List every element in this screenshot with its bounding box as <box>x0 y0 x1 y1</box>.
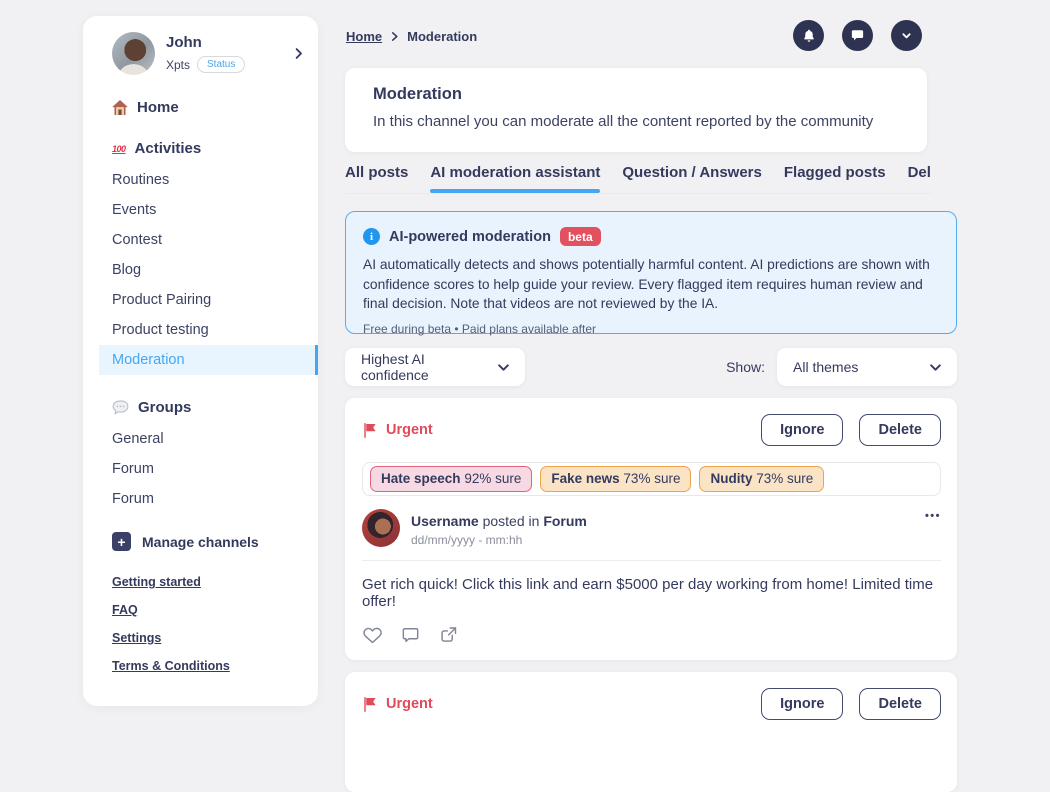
moderation-post-card: Urgent Ignore Delete Hate speech 92% sur… <box>345 398 957 660</box>
flag-icon <box>362 422 377 439</box>
notifications-button[interactable] <box>793 20 824 51</box>
tab-question-answers[interactable]: Question / Answers <box>622 164 761 193</box>
ignore-button[interactable]: Ignore <box>761 688 843 720</box>
post-menu-button[interactable]: ••• <box>925 509 941 522</box>
info-icon: i <box>363 228 380 245</box>
sidebar-item-moderation[interactable]: Moderation <box>99 345 318 375</box>
delete-button[interactable]: Delete <box>859 414 941 446</box>
post-author-avatar[interactable] <box>362 509 400 547</box>
share-icon[interactable] <box>438 625 459 645</box>
breadcrumb: Home Moderation <box>346 29 477 44</box>
link-settings[interactable]: Settings <box>112 631 318 645</box>
sidebar: John Xpts Status Home 100 Activities Rou… <box>83 16 318 706</box>
chevron-down-icon <box>928 360 943 375</box>
sidebar-item-routines[interactable]: Routines <box>83 165 318 195</box>
chevron-down-icon <box>899 28 914 43</box>
profile-name: John <box>166 34 245 51</box>
status-badge[interactable]: Status <box>197 56 245 73</box>
info-footer: Free during beta • Paid plans available … <box>363 322 939 336</box>
tag-nudity[interactable]: Nudity 73% sure <box>699 466 824 492</box>
breadcrumb-home-link[interactable]: Home <box>346 29 382 44</box>
sidebar-item-home[interactable]: Home <box>112 99 318 116</box>
sidebar-item-events[interactable]: Events <box>83 195 318 225</box>
filter-row: Highest AI confidence Show: All themes <box>345 348 957 386</box>
hundred-points-icon: 100 <box>112 144 126 154</box>
urgent-label: Urgent <box>386 422 433 438</box>
plus-icon: + <box>112 532 131 551</box>
post-timestamp: dd/mm/yyyy - mm:hh <box>411 533 587 547</box>
profile-points: Xpts <box>166 58 190 72</box>
sidebar-item-product-pairing[interactable]: Product Pairing <box>83 285 318 315</box>
sidebar-item-general[interactable]: General <box>83 424 318 454</box>
tab-flagged-posts[interactable]: Flagged posts <box>784 164 886 193</box>
ai-moderation-info-box: i AI-powered moderation beta AI automati… <box>345 211 957 334</box>
breadcrumb-current: Moderation <box>407 29 477 44</box>
tab-deleted-posts[interactable]: Deleted posts <box>908 164 931 193</box>
page-title: Moderation <box>373 85 899 104</box>
sidebar-item-blog[interactable]: Blog <box>83 255 318 285</box>
groups-list: General Forum Forum <box>83 424 318 514</box>
profile-card[interactable]: John Xpts Status <box>112 32 306 75</box>
post-username[interactable]: Username <box>411 513 479 529</box>
page-description: In this channel you can moderate all the… <box>373 113 899 130</box>
sort-dropdown[interactable]: Highest AI confidence <box>345 348 525 386</box>
chevron-down-icon <box>496 360 511 375</box>
link-faq[interactable]: FAQ <box>112 603 318 617</box>
show-label: Show: <box>726 359 765 375</box>
chevron-right-icon[interactable] <box>291 46 306 61</box>
theme-dropdown[interactable]: All themes <box>777 348 957 386</box>
urgent-label: Urgent <box>386 696 433 712</box>
sidebar-item-product-testing[interactable]: Product testing <box>83 315 318 345</box>
tab-ai-moderation-assistant[interactable]: AI moderation assistant <box>430 164 600 193</box>
activities-list: Routines Events Contest Blog Product Pai… <box>83 165 318 375</box>
speech-bubble-icon <box>112 400 129 415</box>
beta-badge: beta <box>560 227 601 246</box>
page-header-card: Moderation In this channel you can moder… <box>345 68 927 152</box>
like-icon[interactable] <box>362 625 383 645</box>
info-body: AI automatically detects and shows poten… <box>363 255 939 313</box>
sidebar-section-groups[interactable]: Groups <box>112 399 318 416</box>
moderation-post-card: Urgent Ignore Delete <box>345 672 957 792</box>
ignore-button[interactable]: Ignore <box>761 414 843 446</box>
collapse-button[interactable] <box>891 20 922 51</box>
sidebar-item-forum-1[interactable]: Forum <box>83 454 318 484</box>
post-actions <box>362 625 941 645</box>
delete-button[interactable]: Delete <box>859 688 941 720</box>
flag-icon <box>362 696 377 713</box>
sidebar-item-forum-2[interactable]: Forum <box>83 484 318 514</box>
tag-hate-speech[interactable]: Hate speech 92% sure <box>370 466 532 492</box>
tab-all-posts[interactable]: All posts <box>345 164 408 193</box>
sidebar-footer-links: Getting started FAQ Settings Terms & Con… <box>112 575 318 673</box>
post-author-line: Username posted in Forum <box>411 513 587 529</box>
home-icon <box>112 100 128 115</box>
post-channel[interactable]: Forum <box>543 513 587 529</box>
topbar-actions <box>793 20 922 51</box>
manage-channels-button[interactable]: + Manage channels <box>112 532 318 551</box>
sidebar-section-activities[interactable]: 100 Activities <box>112 140 318 157</box>
tag-fake-news[interactable]: Fake news 73% sure <box>540 466 691 492</box>
ai-tags-container: Hate speech 92% sure Fake news 73% sure … <box>362 462 941 496</box>
info-title: AI-powered moderation <box>389 229 551 245</box>
chat-icon <box>850 28 865 43</box>
bell-icon <box>801 28 817 44</box>
main-content: Home Moderation Moderation In this chann… <box>345 0 957 722</box>
link-terms-conditions[interactable]: Terms & Conditions <box>112 659 318 673</box>
messages-button[interactable] <box>842 20 873 51</box>
tab-bar: All posts AI moderation assistant Questi… <box>345 164 931 194</box>
user-avatar <box>112 32 155 75</box>
divider <box>362 560 941 561</box>
post-content: Get rich quick! Click this link and earn… <box>362 576 941 610</box>
link-getting-started[interactable]: Getting started <box>112 575 318 589</box>
breadcrumb-chevron-icon <box>389 31 400 42</box>
sidebar-item-contest[interactable]: Contest <box>83 225 318 255</box>
comment-icon[interactable] <box>400 625 421 645</box>
